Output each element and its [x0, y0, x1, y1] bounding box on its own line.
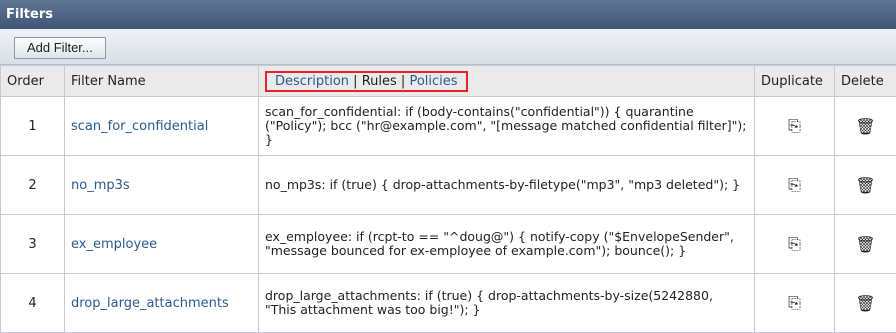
description-link[interactable]: Description — [275, 74, 349, 89]
column-view-toggle: Description | Rules | Policies — [265, 71, 468, 92]
order-column-header: Order — [1, 66, 65, 97]
copy-icon[interactable]: ⎘ — [755, 274, 835, 333]
filters-panel: Filters Add Filter... Order Filter Name … — [0, 0, 896, 329]
trash-icon[interactable]: 🗑 — [835, 97, 896, 156]
table-row: 4 drop_large_attachments drop_large_atta… — [1, 274, 896, 333]
filter-description: no_mp3s: if (true) { drop-attachments-by… — [259, 156, 755, 215]
duplicate-column-header: Duplicate — [755, 66, 835, 97]
rules-link[interactable]: Rules — [362, 74, 397, 89]
filters-table: Order Filter Name Description | Rules | … — [0, 65, 896, 333]
panel-title: Filters — [0, 0, 896, 29]
description-column-header: Description | Rules | Policies — [259, 66, 755, 97]
filter-description: drop_large_attachments: if (true) { drop… — [259, 274, 755, 333]
filter-name-link[interactable]: drop_large_attachments — [65, 274, 259, 333]
row-order: 4 — [1, 274, 65, 333]
row-order: 1 — [1, 97, 65, 156]
filter-description: ex_employee: if (rcpt-to == "^doug@") { … — [259, 215, 755, 274]
trash-icon[interactable]: 🗑 — [835, 274, 896, 333]
table-row: 3 ex_employee ex_employee: if (rcpt-to =… — [1, 215, 896, 274]
copy-icon[interactable]: ⎘ — [755, 97, 835, 156]
policies-link[interactable]: Policies — [409, 74, 457, 89]
filter-description: scan_for_confidential: if (body-contains… — [259, 97, 755, 156]
filter-name-link[interactable]: ex_employee — [65, 215, 259, 274]
table-row: 1 scan_for_confidential scan_for_confide… — [1, 97, 896, 156]
filter-name-column-header: Filter Name — [65, 66, 259, 97]
copy-icon[interactable]: ⎘ — [755, 215, 835, 274]
copy-icon[interactable]: ⎘ — [755, 156, 835, 215]
filter-name-link[interactable]: scan_for_confidential — [65, 97, 259, 156]
table-header-row: Order Filter Name Description | Rules | … — [1, 66, 896, 97]
add-filter-button[interactable]: Add Filter... — [14, 37, 106, 59]
table-row: 2 no_mp3s no_mp3s: if (true) { drop-atta… — [1, 156, 896, 215]
delete-column-header: Delete — [835, 66, 896, 97]
filter-name-link[interactable]: no_mp3s — [65, 156, 259, 215]
trash-icon[interactable]: 🗑 — [835, 156, 896, 215]
trash-icon[interactable]: 🗑 — [835, 215, 896, 274]
row-order: 3 — [1, 215, 65, 274]
toolbar: Add Filter... — [0, 29, 896, 65]
separator: | — [397, 74, 410, 89]
separator: | — [349, 74, 362, 89]
row-order: 2 — [1, 156, 65, 215]
